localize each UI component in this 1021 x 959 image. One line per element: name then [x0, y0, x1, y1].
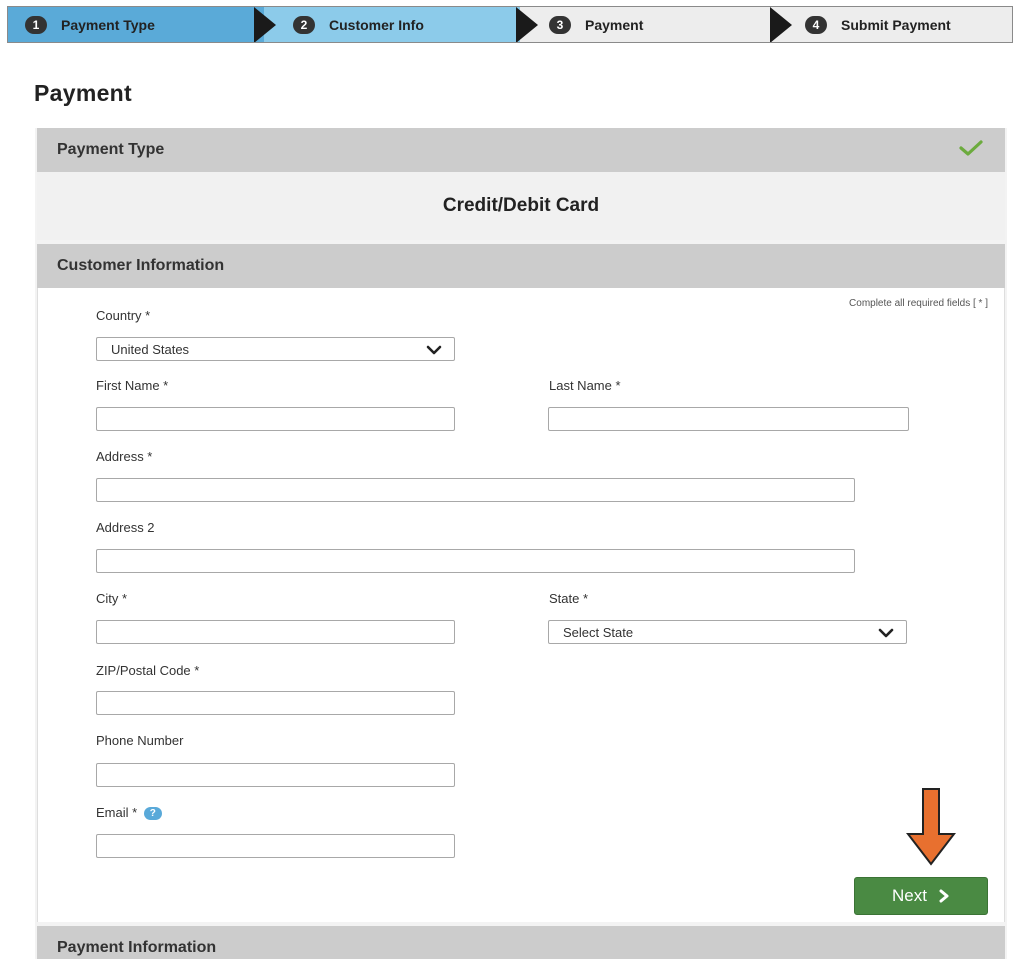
step-customer-info[interactable]: 2 Customer Info	[293, 7, 424, 42]
customer-info-header[interactable]: Customer Information	[37, 244, 1005, 288]
step-label: Payment	[585, 16, 644, 33]
step-submit-payment[interactable]: 4 Submit Payment	[805, 7, 951, 42]
city-label: City *	[96, 591, 128, 606]
first-name-input[interactable]	[96, 407, 455, 431]
next-button-label: Next	[892, 886, 927, 905]
address-label: Address *	[96, 449, 153, 464]
address2-label: Address 2	[96, 520, 155, 535]
step-payment-type[interactable]: 1 Payment Type	[25, 7, 155, 42]
last-name-label: Last Name *	[549, 378, 621, 393]
payment-type-value: Credit/Debit Card	[37, 172, 1005, 240]
address-input[interactable]	[96, 478, 855, 502]
progress-steps: 1 Payment Type 2 Customer Info 3 Payment…	[7, 6, 1013, 43]
payment-info-header-label: Payment Information	[57, 939, 217, 956]
phone-input[interactable]	[96, 763, 455, 787]
zip-label: ZIP/Postal Code *	[96, 663, 200, 678]
annotation-down-arrow-icon	[905, 788, 957, 871]
customer-info-header-label: Customer Information	[57, 257, 225, 274]
chevron-down-icon	[426, 344, 442, 359]
state-label: State *	[549, 591, 589, 606]
check-icon	[959, 139, 983, 162]
chevron-right-icon	[939, 889, 950, 903]
step-number: 3	[549, 15, 571, 34]
state-select[interactable]: Select State	[548, 620, 907, 644]
step-separator-chevron	[254, 7, 276, 42]
payment-type-header-label: Payment Type	[57, 141, 165, 158]
required-fields-note: Complete all required fields [ * ]	[849, 298, 988, 309]
city-input[interactable]	[96, 620, 455, 644]
page-title: Payment	[34, 80, 132, 106]
next-button[interactable]: Next	[854, 877, 988, 915]
first-name-label: First Name *	[96, 378, 169, 393]
chevron-down-icon	[878, 627, 894, 642]
phone-label: Phone Number	[96, 733, 184, 748]
email-label: Email *	[96, 805, 138, 820]
step-number: 4	[805, 15, 827, 34]
payment-type-selected: Credit/Debit Card	[442, 195, 600, 216]
step-number: 1	[25, 15, 47, 34]
step-separator-chevron	[770, 7, 792, 42]
zip-input[interactable]	[96, 691, 455, 715]
country-select-value: United States	[111, 341, 190, 357]
step-payment[interactable]: 3 Payment	[549, 7, 643, 42]
payment-type-header[interactable]: Payment Type	[37, 128, 1005, 172]
step-label: Submit Payment	[841, 16, 951, 33]
step-label: Customer Info	[329, 16, 424, 33]
state-select-value: Select State	[563, 624, 634, 640]
email-input[interactable]	[96, 834, 455, 858]
step-label: Payment Type	[61, 16, 155, 33]
step-separator-chevron	[516, 7, 538, 42]
last-name-input[interactable]	[548, 407, 909, 431]
address2-input[interactable]	[96, 549, 855, 573]
customer-info-form: Complete all required fields [ * ]	[37, 288, 1005, 922]
country-select[interactable]: United States	[96, 337, 455, 361]
country-label: Country *	[96, 308, 151, 323]
email-label-row: Email * ?	[96, 805, 162, 821]
help-icon[interactable]: ?	[143, 807, 162, 821]
step-number: 2	[293, 15, 315, 34]
payment-info-header[interactable]: Payment Information	[37, 926, 1005, 959]
